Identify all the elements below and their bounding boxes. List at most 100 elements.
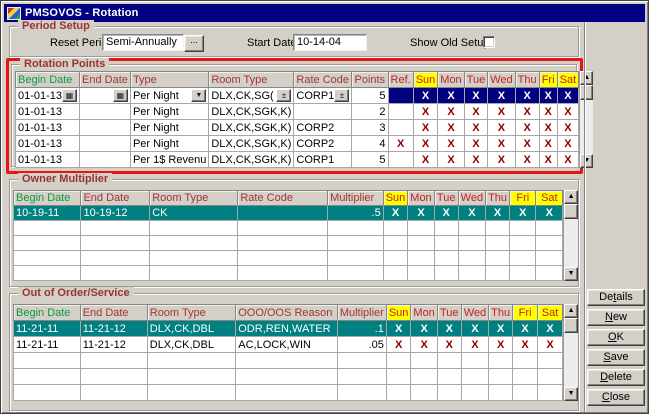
cell-multiplier[interactable] bbox=[337, 369, 386, 385]
cell-end-date[interactable] bbox=[81, 221, 150, 236]
cell-thu[interactable]: X bbox=[515, 88, 539, 104]
reset-period-input[interactable]: Semi-Annually bbox=[102, 34, 184, 51]
cell-end-date[interactable] bbox=[80, 385, 147, 401]
cell-room-type[interactable]: DLX,CK,SG(± bbox=[209, 88, 294, 104]
cell-sat[interactable]: X bbox=[557, 136, 579, 152]
cell-begin-date[interactable]: 01-01-13 bbox=[16, 104, 80, 120]
cell-thu[interactable] bbox=[486, 236, 510, 251]
cell-wed[interactable] bbox=[458, 251, 485, 266]
cell-mon[interactable] bbox=[411, 353, 437, 369]
cell-sun[interactable]: X bbox=[386, 321, 411, 337]
cell-tue[interactable]: X bbox=[464, 88, 488, 104]
cell-tue[interactable]: X bbox=[464, 152, 488, 168]
cell-points[interactable]: 2 bbox=[352, 104, 388, 120]
cell-begin-date[interactable] bbox=[14, 266, 81, 281]
cell-thu[interactable] bbox=[489, 369, 513, 385]
cell-sun[interactable] bbox=[386, 385, 411, 401]
cell-end-date[interactable] bbox=[80, 369, 147, 385]
cell-sun[interactable] bbox=[386, 369, 411, 385]
cell-begin-date[interactable] bbox=[14, 221, 81, 236]
cell-wed[interactable] bbox=[461, 385, 488, 401]
cell-begin-date[interactable]: 01-01-13 bbox=[16, 152, 80, 168]
cell-sun[interactable] bbox=[383, 221, 408, 236]
cell-sat[interactable]: X bbox=[537, 337, 562, 353]
cell-mon[interactable] bbox=[408, 251, 434, 266]
cell-ooo-oos-reason[interactable]: AC,LOCK,WIN bbox=[236, 337, 338, 353]
cell-wed[interactable] bbox=[461, 353, 488, 369]
cell-sun[interactable]: X bbox=[386, 337, 411, 353]
dropdown-arrow-icon[interactable]: ▼ bbox=[191, 89, 206, 102]
cell-thu[interactable]: X bbox=[515, 120, 539, 136]
cell-tue[interactable] bbox=[434, 236, 458, 251]
cell-end-date[interactable] bbox=[81, 251, 150, 266]
cell-end-date[interactable]: 10-19-12 bbox=[81, 206, 150, 221]
cell-ooo-oos-reason[interactable]: ODR,REN,WATER bbox=[236, 321, 338, 337]
cell-ref[interactable] bbox=[388, 104, 413, 120]
cell-tue[interactable] bbox=[437, 353, 461, 369]
cell-sun[interactable]: X bbox=[383, 206, 408, 221]
cell-points[interactable]: 5 bbox=[352, 152, 388, 168]
cell-rate-code[interactable] bbox=[238, 251, 328, 266]
delete-button[interactable]: Delete bbox=[587, 369, 645, 386]
cell-room-type[interactable]: DLX,CK,SGK,K) bbox=[209, 104, 294, 120]
cell-room-type[interactable] bbox=[147, 369, 236, 385]
cell-multiplier[interactable] bbox=[328, 221, 384, 236]
cell-multiplier[interactable]: .5 bbox=[328, 206, 384, 221]
cell-end-date[interactable]: ▦ bbox=[80, 88, 131, 104]
calendar-icon[interactable]: ▦ bbox=[62, 89, 77, 102]
cell-begin-date[interactable] bbox=[14, 251, 81, 266]
cell-tue[interactable] bbox=[434, 266, 458, 281]
scroll-track[interactable] bbox=[564, 333, 578, 387]
cell-rate-code[interactable]: CORP1 bbox=[294, 152, 352, 168]
cell-wed[interactable]: X bbox=[461, 337, 488, 353]
cell-fri[interactable] bbox=[513, 385, 538, 401]
calendar-icon[interactable]: ▦ bbox=[113, 89, 128, 102]
cell-tue[interactable] bbox=[434, 221, 458, 236]
cell-mon[interactable]: X bbox=[408, 206, 434, 221]
cell-ref[interactable]: X bbox=[388, 136, 413, 152]
cell-fri[interactable] bbox=[513, 369, 538, 385]
close-button[interactable]: Close bbox=[587, 389, 645, 406]
cell-mon[interactable]: X bbox=[438, 152, 464, 168]
cell-mon[interactable]: X bbox=[438, 136, 464, 152]
cell-fri[interactable]: X bbox=[513, 321, 538, 337]
cell-sat[interactable]: X bbox=[536, 206, 563, 221]
scroll-up-button[interactable]: ▲ bbox=[564, 304, 578, 318]
cell-rate-code[interactable]: CORP2 bbox=[294, 120, 352, 136]
cell-wed[interactable]: X bbox=[488, 88, 515, 104]
scroll-up-button[interactable]: ▲ bbox=[564, 190, 578, 204]
cell-rate-code[interactable] bbox=[238, 266, 328, 281]
cell-thu[interactable] bbox=[486, 221, 510, 236]
cell-fri[interactable]: X bbox=[539, 88, 557, 104]
vertical-scrollbar[interactable]: ▲▼ bbox=[563, 304, 578, 401]
show-old-setup-checkbox[interactable] bbox=[483, 36, 495, 48]
cell-fri[interactable]: X bbox=[513, 337, 538, 353]
cell-multiplier[interactable] bbox=[328, 251, 384, 266]
cell-end-date[interactable]: 11-21-12 bbox=[80, 321, 147, 337]
details-button[interactable]: Details bbox=[587, 289, 645, 306]
cell-wed[interactable] bbox=[461, 369, 488, 385]
cell-type[interactable]: Per Night▼ bbox=[130, 88, 208, 104]
cell-mon[interactable]: X bbox=[411, 337, 437, 353]
cell-begin-date[interactable]: 11-21-11 bbox=[14, 337, 81, 353]
cell-multiplier[interactable]: .1 bbox=[337, 321, 386, 337]
cell-rate-code[interactable]: CORP2 bbox=[294, 136, 352, 152]
cell-sat[interactable] bbox=[537, 353, 562, 369]
cell-tue[interactable]: X bbox=[434, 206, 458, 221]
cell-type[interactable]: Per Night bbox=[130, 120, 208, 136]
cell-sat[interactable]: X bbox=[557, 152, 579, 168]
cell-tue[interactable]: X bbox=[464, 104, 488, 120]
cell-room-type[interactable]: DLX,CK,SGK,K) bbox=[209, 152, 294, 168]
cell-sun[interactable] bbox=[386, 353, 411, 369]
cell-mon[interactable] bbox=[408, 221, 434, 236]
scroll-thumb[interactable] bbox=[564, 204, 578, 219]
cell-wed[interactable]: X bbox=[488, 152, 515, 168]
cell-sat[interactable] bbox=[536, 251, 563, 266]
scroll-down-button[interactable]: ▼ bbox=[564, 387, 578, 401]
cell-mon[interactable]: X bbox=[438, 88, 464, 104]
cell-sun[interactable]: X bbox=[413, 104, 438, 120]
cell-sat[interactable]: X bbox=[557, 104, 579, 120]
cell-sun[interactable]: X bbox=[413, 136, 438, 152]
cell-ooo-oos-reason[interactable] bbox=[236, 385, 338, 401]
cell-mon[interactable] bbox=[408, 266, 434, 281]
